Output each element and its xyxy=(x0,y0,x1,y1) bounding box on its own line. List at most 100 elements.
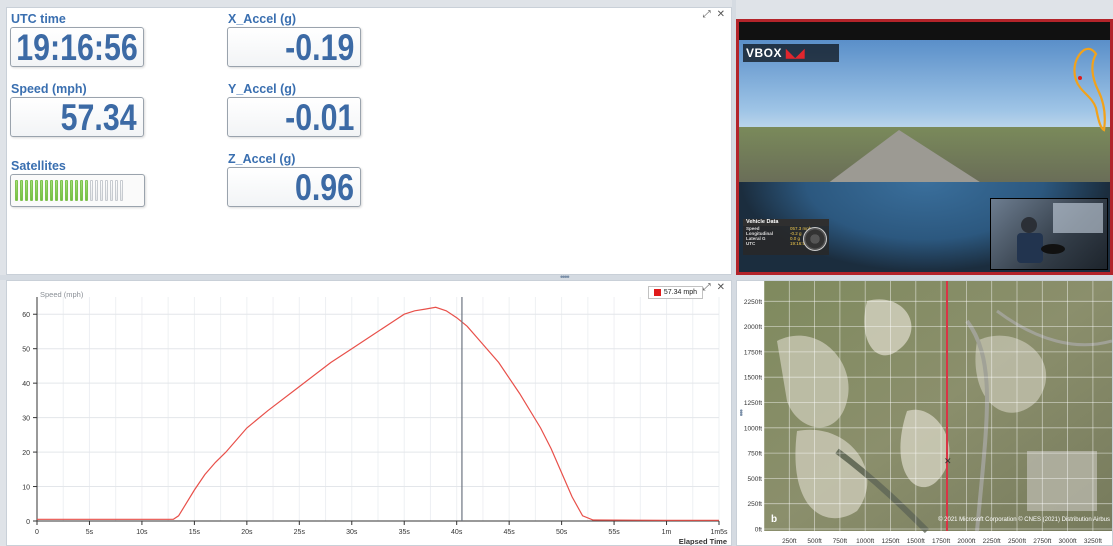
map-tick-label-y: 1250ft xyxy=(744,400,762,407)
utc-time-label: UTC time xyxy=(11,12,66,26)
y-accel-label: Y_Accel (g) xyxy=(228,82,297,96)
speed-value: 57.34 xyxy=(61,97,137,137)
expand-icon[interactable]: ⤢ xyxy=(703,283,711,293)
chart-tick-label-x: 40s xyxy=(451,529,463,536)
speed-label: Speed (mph) xyxy=(11,82,87,96)
satellite-bar xyxy=(30,180,33,201)
satellite-bar xyxy=(115,180,118,201)
map-tick-label-x: 250ft xyxy=(782,538,797,545)
map-tick-label-x: 1750ft xyxy=(932,538,950,545)
map-tick-label-y: 0ft xyxy=(755,527,762,534)
chart-tick-label-x: 25s xyxy=(294,529,306,536)
vbox-logo-text: VBOX xyxy=(746,46,783,60)
gauges-window-controls: ⤢ ✕ xyxy=(703,10,725,20)
chart-ylabel: Speed (mph) xyxy=(40,290,84,299)
map-tick-label-y: 750ft xyxy=(748,451,763,458)
utc-time-gauge: 19:16:56 xyxy=(10,27,144,67)
chart-tick-label-x: 15s xyxy=(189,529,201,536)
map-tick-label-x: 750ft xyxy=(833,538,848,545)
map-tick-label-y: 1000ft xyxy=(744,425,762,432)
chart-tick-label-y: 60 xyxy=(22,312,30,319)
map-tick-label-x: 3000ft xyxy=(1059,538,1077,545)
satellite-bar xyxy=(45,180,48,201)
x-accel-label: X_Accel (g) xyxy=(228,12,297,26)
satellites-label: Satellites xyxy=(11,159,66,173)
map-attribution: © 2021 Microsoft Corporation © CNES (202… xyxy=(938,517,1110,523)
map-panel[interactable]: ✕ 0ft 250ft 500ft 750ft 1000ft 1250ft 1500ft 17… xyxy=(736,280,1113,546)
map-tick-label-x: 3250ft xyxy=(1084,538,1102,545)
chart-legend: 57.34 mph xyxy=(647,286,703,299)
track-map-icon xyxy=(1073,47,1106,132)
legend-swatch xyxy=(653,289,661,296)
racelogic-logo-icon: ◣◢ xyxy=(786,46,805,60)
chart-tick-label-x: 35s xyxy=(399,529,411,536)
position-marker-icon: ✕ xyxy=(944,456,952,466)
satellite-bar xyxy=(95,180,98,201)
satellite-bar xyxy=(20,180,23,201)
utc-time-value: 19:16:56 xyxy=(16,27,138,67)
satellites-gauge xyxy=(10,174,145,207)
chart-tick-label-y: 10 xyxy=(22,485,30,492)
close-icon[interactable]: ✕ xyxy=(717,10,725,20)
chart-window-controls: ⤢ ✕ xyxy=(703,283,725,293)
close-icon[interactable]: ✕ xyxy=(717,283,725,293)
satellite-bar xyxy=(40,180,43,201)
g-force-target-icon xyxy=(803,227,827,251)
map-tick-label-y: 250ft xyxy=(748,501,763,508)
map-tick-label-y: 1750ft xyxy=(744,349,762,356)
chart-tick-label-y: 50 xyxy=(22,347,30,354)
chart-tick-label-x: 10s xyxy=(136,529,148,536)
chart-tick-label-y: 20 xyxy=(22,450,30,457)
y-accel-value: -0.01 xyxy=(284,97,354,137)
map-tick-label-y: 2000ft xyxy=(744,324,762,331)
satellite-bar xyxy=(35,180,38,201)
video-letterbox xyxy=(739,22,1110,40)
satellite-bar xyxy=(60,180,63,201)
chart-tick-label-x: 0 xyxy=(35,529,39,536)
panel-grip-icon: ••• xyxy=(729,136,732,143)
map-tick-label-x: 1000ft xyxy=(856,538,874,545)
video-panel[interactable]: VBOX ◣◢ Vehicle Data Speed 057.3 mph Long… xyxy=(736,19,1113,275)
vbox-logo: VBOX ◣◢ xyxy=(743,44,839,62)
z-accel-value: 0.96 xyxy=(294,167,354,207)
map-tick-label-x: 2250ft xyxy=(983,538,1001,545)
speed-gauge: 57.34 xyxy=(10,97,144,137)
map-tick-label-y: 500ft xyxy=(748,476,763,483)
video-frame[interactable]: VBOX ◣◢ Vehicle Data Speed 057.3 mph Long… xyxy=(736,19,1113,275)
map-tick-label-x: 500ft xyxy=(807,538,822,545)
chart-tick-label-x: 30s xyxy=(346,529,358,536)
chart-tick-label-y: 0 xyxy=(26,519,30,526)
satellite-map[interactable]: ✕ 0ft 250ft 500ft 750ft 1000ft 1250ft 1500ft 17… xyxy=(737,281,1112,545)
speed-chart-panel[interactable]: 0 10 20 30 40 50 60 0 5s 10s 15s 20s 25s 30s 35s 40s 45s… xyxy=(6,280,732,546)
satellite-bar xyxy=(110,180,113,201)
map-tick-label-y: 1500ft xyxy=(744,375,762,382)
satellite-bar xyxy=(75,180,78,201)
satellite-bar xyxy=(65,180,68,201)
chart-tick-label-x: 55s xyxy=(608,529,620,536)
map-tick-label-x: 1250ft xyxy=(881,538,899,545)
chart-tick-label-x: 50s xyxy=(556,529,568,536)
satellite-bar xyxy=(50,180,53,201)
map-grip-icon: ••• xyxy=(736,409,746,416)
map-tick-label-x: 2000ft xyxy=(957,538,975,545)
driver-camera-inset xyxy=(990,198,1108,270)
satellite-bar xyxy=(25,180,28,201)
chart-tick-label-x: 1m xyxy=(662,529,672,536)
satellite-bar xyxy=(80,180,83,201)
satellite-bar xyxy=(105,180,108,201)
chart-xlabel: Elapsed Time xyxy=(679,537,727,545)
chart-tick-label-x: 45s xyxy=(504,529,516,536)
y-accel-gauge: -0.01 xyxy=(227,97,361,137)
speed-chart[interactable]: 0 10 20 30 40 50 60 0 5s 10s 15s 20s 25s 30s 35s 40s 45s… xyxy=(7,281,731,545)
legend-label: 57.34 mph xyxy=(663,289,697,296)
gauges-panel: ⤢ ✕ UTC time 19:16:56 Speed (mph) 57.34 … xyxy=(6,7,732,275)
expand-icon[interactable]: ⤢ xyxy=(703,10,711,20)
satellite-bar xyxy=(15,180,18,201)
chart-tick-label-x: 1m5s xyxy=(710,529,728,536)
satellite-bar xyxy=(55,180,58,201)
map-tick-label-y: 2250ft xyxy=(744,299,762,306)
z-accel-gauge: 0.96 xyxy=(227,167,361,207)
map-tick-label-x: 1500ft xyxy=(907,538,925,545)
map-tick-label-x: 2750ft xyxy=(1033,538,1051,545)
chart-tick-label-y: 30 xyxy=(22,416,30,423)
